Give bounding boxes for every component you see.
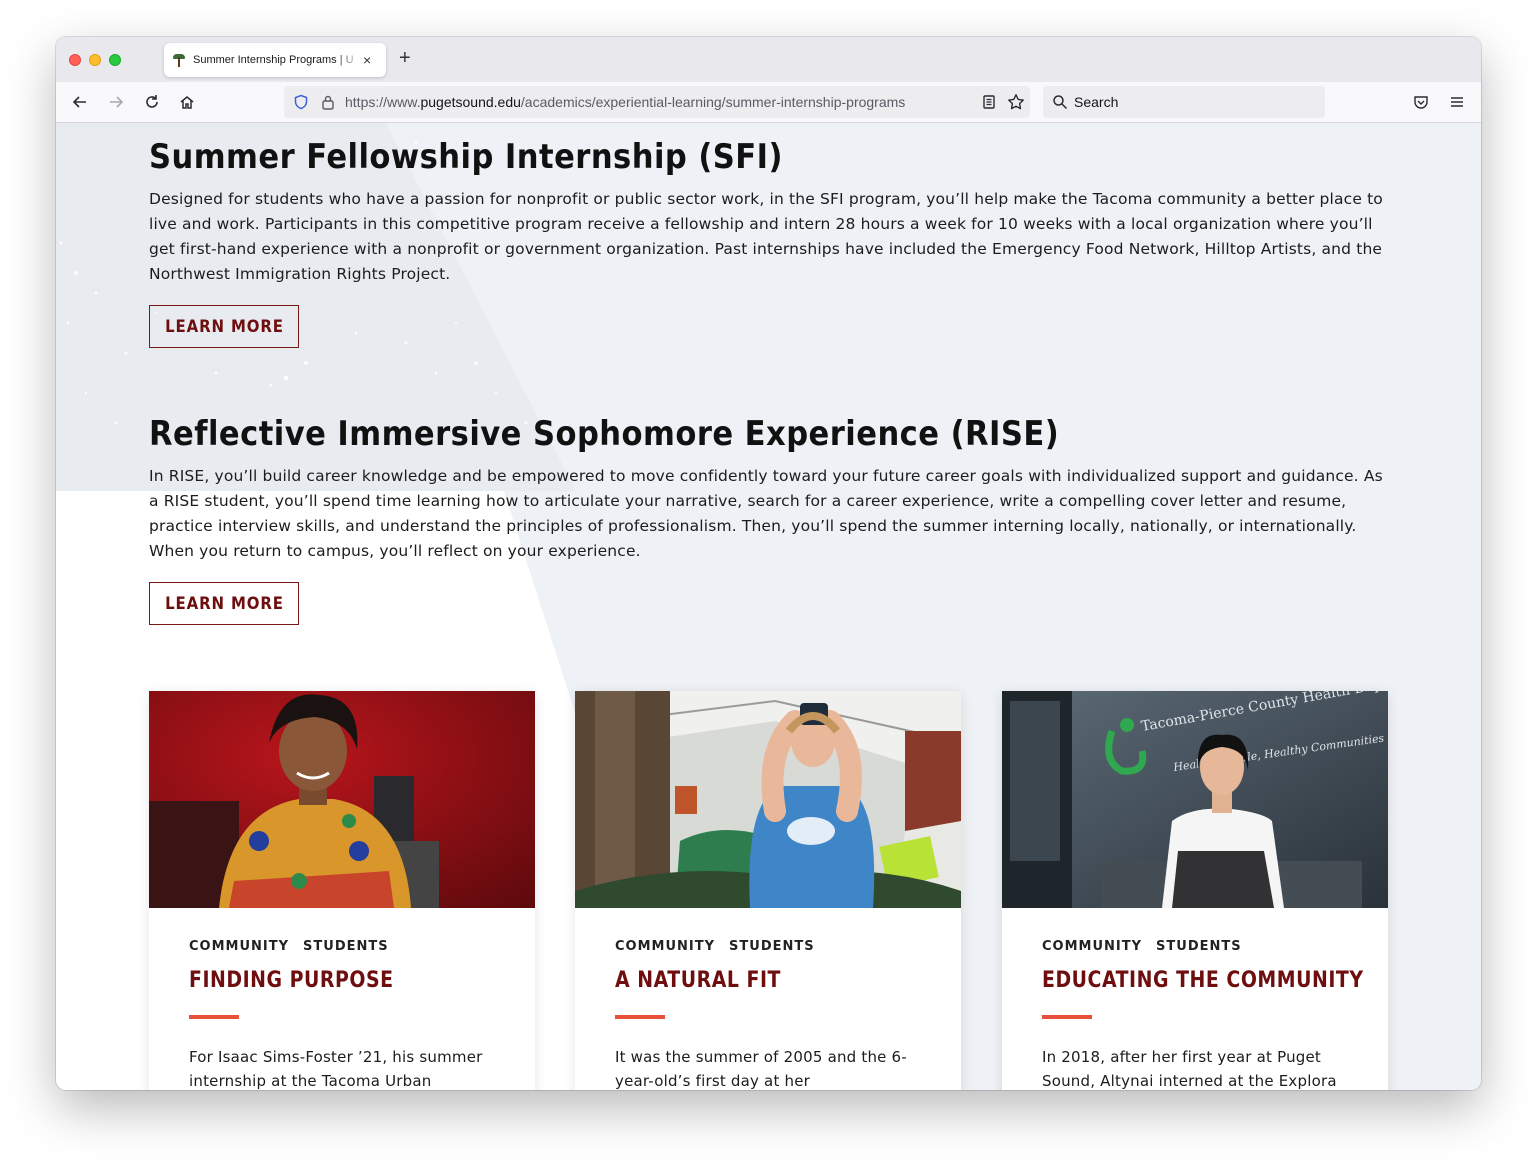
card-excerpt: For Isaac Sims-Foster ’21, his summer in… [189,1048,483,1090]
browser-window: Summer Internship Programs | U × + https [56,37,1481,1090]
learn-more-button[interactable]: LEARN MORE [149,305,299,348]
tag-students[interactable]: STUDENTS [729,939,815,954]
url-text[interactable]: https://www.pugetsound.edu/academics/exp… [345,94,905,110]
tree-favicon-icon [172,53,186,67]
story-card[interactable]: COMMUNITY STUDENTS FINDING PURPOSE For Is… [149,691,535,1090]
reader-view-icon[interactable] [978,91,1000,113]
close-tab-icon[interactable]: × [363,53,371,67]
card-tags: COMMUNITY STUDENTS [615,939,935,954]
reload-icon[interactable] [141,91,163,113]
tag-community[interactable]: COMMUNITY [1042,939,1142,954]
active-tab[interactable]: Summer Internship Programs | U × [164,43,386,77]
sfi-section: Summer Fellowship Internship (SFI) Desig… [149,137,1394,348]
story-card[interactable]: Tacoma-Pierce County Health Department H… [1002,691,1388,1090]
card-divider [615,1015,665,1019]
card-title[interactable]: EDUCATING THE COMMUNITY [1042,968,1363,993]
section-body: In RISE, you’ll build career knowledge a… [149,467,1383,560]
navigation-toolbar: https://www.pugetsound.edu/academics/exp… [56,82,1481,123]
tag-students[interactable]: STUDENTS [303,939,389,954]
tab-title: Summer Internship Programs | U [193,54,354,66]
tag-students[interactable]: STUDENTS [1156,939,1242,954]
search-bar[interactable]: Search [1043,86,1325,118]
forward-arrow-icon[interactable] [105,91,127,113]
url-bar[interactable]: https://www.pugetsound.edu/academics/exp… [284,86,1030,118]
bookmark-star-icon[interactable] [1005,91,1027,113]
card-title[interactable]: A NATURAL FIT [615,968,890,993]
card-divider [1042,1015,1092,1019]
card-photo-portrait[interactable] [149,691,535,908]
section-title: Summer Fellowship Internship (SFI) [149,137,783,177]
tag-community[interactable]: COMMUNITY [189,939,289,954]
lock-icon[interactable] [317,91,339,113]
search-icon [1049,91,1071,113]
tag-community[interactable]: COMMUNITY [615,939,715,954]
rise-section: Reflective Immersive Sophomore Experienc… [149,414,1394,625]
card-body: COMMUNITY STUDENTS EDUCATING THE COMMUNIT… [1042,939,1363,1090]
tracking-shield-icon[interactable] [290,91,312,113]
card-excerpt: It was the summer of 2005 and the 6-year… [615,1048,907,1090]
section-title: Reflective Immersive Sophomore Experienc… [149,414,1060,454]
zoom-window-button[interactable] [109,54,121,66]
card-divider [189,1015,239,1019]
card-tags: COMMUNITY STUDENTS [189,939,509,954]
card-tags: COMMUNITY STUDENTS [1042,939,1362,954]
pocket-icon[interactable] [1410,91,1432,113]
page-content: Summer Fellowship Internship (SFI) Desig… [56,123,1481,1090]
card-body: COMMUNITY STUDENTS A NATURAL FIT It was t… [615,939,935,1090]
home-icon[interactable] [176,91,198,113]
new-tab-button[interactable]: + [399,48,411,68]
minimize-window-button[interactable] [89,54,101,66]
card-photo-health-department[interactable]: Tacoma-Pierce County Health Department H… [1002,691,1388,908]
section-body: Designed for students who have a passion… [149,190,1383,283]
hamburger-menu-icon[interactable] [1446,91,1468,113]
card-body: COMMUNITY STUDENTS FINDING PURPOSE For Is… [189,939,509,1090]
card-excerpt: In 2018, after her first year at Puget S… [1042,1048,1337,1090]
back-arrow-icon[interactable] [69,91,91,113]
tab-bar: Summer Internship Programs | U × + [56,37,1481,82]
card-title[interactable]: FINDING PURPOSE [189,968,464,993]
learn-more-button[interactable]: LEARN MORE [149,582,299,625]
story-card[interactable]: COMMUNITY STUDENTS A NATURAL FIT It was t… [575,691,961,1090]
search-placeholder: Search [1074,94,1119,110]
card-photo-market[interactable] [575,691,961,908]
close-window-button[interactable] [69,54,81,66]
